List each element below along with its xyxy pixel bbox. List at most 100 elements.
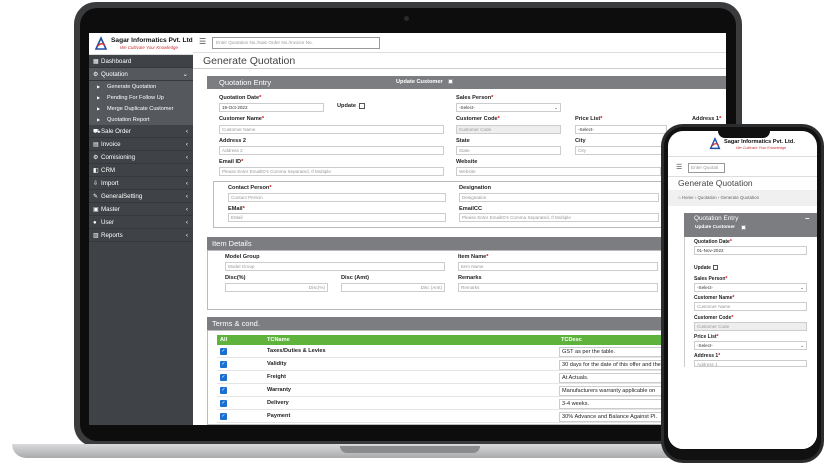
sales-person-select[interactable]: -Select- ⌄ xyxy=(456,103,561,112)
price-list-select[interactable]: -Select- ⌄ xyxy=(694,341,807,350)
quotation-date-input[interactable]: 01-Nov-2022 xyxy=(694,246,807,255)
state-input[interactable]: State xyxy=(456,146,561,155)
submenu-quotation-report[interactable]: ▶ Quotation Report xyxy=(89,114,193,125)
disc-pct-input[interactable]: Disc(%) xyxy=(225,283,328,292)
chevron-left-icon: ‹ xyxy=(185,128,188,135)
search-input[interactable]: Enter Quotati xyxy=(688,163,725,173)
breadcrumb: ⌂ Home › Quotation › Generate Quotation xyxy=(678,195,760,200)
update-checkbox[interactable] xyxy=(359,103,365,109)
brand-tagline: We Cultivate Your Knowledge xyxy=(120,45,178,50)
search-input[interactable]: Enter Quotation No./Sale Order No./Invoi… xyxy=(212,37,380,49)
row-checkbox[interactable]: ✓ xyxy=(220,413,227,420)
table-row: ✓ Taxes/Duties & Levies GST as per the tab… xyxy=(217,345,726,358)
hamburger-menu-icon[interactable]: ☰ xyxy=(676,163,682,171)
chevron-left-icon: ‹ xyxy=(185,141,188,148)
row-checkbox[interactable]: ✓ xyxy=(220,400,227,407)
website-input[interactable]: Website xyxy=(456,167,661,176)
table-row: ✓ Delivery 3-4 weeks. xyxy=(217,397,726,410)
breadcrumb-current: Generate Quotation xyxy=(720,195,760,200)
price-list-select[interactable]: -Select- xyxy=(575,125,667,134)
submenu-merge-duplicate-customer[interactable]: ▶ Merge Duplicate Customer xyxy=(89,103,193,114)
designation-label: Designation xyxy=(459,185,492,191)
model-group-input[interactable]: Model Group xyxy=(225,262,445,271)
address1-input[interactable]: Address 1 xyxy=(694,360,807,367)
sidebar-item-generalsetting[interactable]: ✎ GeneralSetting ‹ xyxy=(89,190,193,203)
address1-label: Address 1* xyxy=(692,116,722,122)
submenu-generate-quotation[interactable]: ▶ Generate Quotation xyxy=(89,81,193,92)
designation-input[interactable]: Designation xyxy=(459,193,659,202)
breadcrumb-quotation[interactable]: Quotation xyxy=(698,195,717,200)
caret-right-icon: ▶ xyxy=(97,106,101,111)
emailcc-input[interactable]: Please Enter EmailID's Comma Separated, … xyxy=(459,213,659,222)
customer-code-input[interactable]: Customer Code xyxy=(694,322,807,331)
sidebar-item-comisioning[interactable]: ⚙ Comisioning ‹ xyxy=(89,151,193,164)
hamburger-menu-icon[interactable]: ☰ xyxy=(199,37,206,46)
table-row: ✓ Payment 30% Advance and Balance Against … xyxy=(217,410,726,423)
laptop-notch xyxy=(340,446,480,453)
remarks-input[interactable]: Remarks xyxy=(458,283,658,292)
update-customer-checkbox[interactable] xyxy=(448,79,453,84)
sales-person-label: Sales Person* xyxy=(456,95,494,101)
item-name-input[interactable]: Item Name xyxy=(458,262,658,271)
brand-logo-icon xyxy=(94,36,108,50)
address2-input[interactable]: Address 2 xyxy=(219,146,444,155)
sidebar-item-dashboard[interactable]: ▦ Dashboard xyxy=(89,55,193,68)
table-row: ✓ Warranty Manufacturers warranty applicab… xyxy=(217,384,726,397)
quotation-date-input[interactable]: 19-Oct-2022 xyxy=(219,103,324,112)
update-checkbox[interactable] xyxy=(713,265,718,270)
city-input[interactable]: City xyxy=(575,146,667,155)
terms-table-header: All TCName TCDesc xyxy=(217,335,726,345)
customer-code-input[interactable]: Customer Code xyxy=(456,125,561,134)
sidebar-item-quotation[interactable]: ⚙ Quotation ⌄ xyxy=(89,68,193,81)
divider xyxy=(193,68,726,69)
update-label: Update xyxy=(694,265,711,271)
model-group-label: Model Group xyxy=(225,254,260,260)
customer-code-label: Customer Code* xyxy=(456,116,500,122)
address2-label: Address 2 xyxy=(219,138,247,144)
row-checkbox[interactable]: ✓ xyxy=(220,361,227,368)
sales-person-select[interactable]: -Select- ⌄ xyxy=(694,283,807,292)
sidebar-item-reports[interactable]: ▥ Reports ‹ xyxy=(89,229,193,242)
collapse-icon[interactable]: – xyxy=(805,214,809,223)
contact-person-label: Contact Person* xyxy=(228,185,272,191)
col-tcname: TCName xyxy=(267,337,290,343)
caret-right-icon: ▶ xyxy=(97,84,101,89)
sidebar-item-invoice[interactable]: ▤ Invoice ‹ xyxy=(89,138,193,151)
phone-blank-area xyxy=(668,367,817,449)
chevron-down-icon: ⌄ xyxy=(554,105,558,110)
caret-right-icon: ▶ xyxy=(97,117,101,122)
row-checkbox[interactable]: ✓ xyxy=(220,348,227,355)
chevron-left-icon: ‹ xyxy=(185,219,188,226)
price-list-label: Price List* xyxy=(694,334,719,340)
phone-screen: Sagar Informatics Pvt. Ltd. We Cultivate… xyxy=(668,131,817,449)
phone-notch xyxy=(718,129,770,138)
divider xyxy=(668,176,817,177)
chevron-down-icon: ⌄ xyxy=(800,285,804,290)
chevron-down-icon: ⌄ xyxy=(182,71,188,78)
phone-quotation-entry-title: Quotation Entry xyxy=(694,215,739,222)
sidebar: ▦ Dashboard ⚙ Quotation ⌄ ▶ Generate Quotati… xyxy=(89,55,193,425)
email-input[interactable]: EMail xyxy=(228,213,446,222)
breadcrumb-home[interactable]: Home xyxy=(682,195,694,200)
sidebar-item-import[interactable]: ⇩ Import ‹ xyxy=(89,177,193,190)
disc-amt-input[interactable]: Disc (Amt) xyxy=(341,283,445,292)
submenu-pending-follow-up[interactable]: ▶ Pending For Follow Up xyxy=(89,92,193,103)
chevron-down-icon: ⌄ xyxy=(800,343,804,348)
email-id-input[interactable]: Please Enter EmailID's Comma Separated, … xyxy=(219,167,444,176)
contact-person-input[interactable]: Contact Person xyxy=(228,193,446,202)
update-customer-checkbox[interactable] xyxy=(741,225,746,230)
sidebar-item-master[interactable]: ▣ Master ‹ xyxy=(89,203,193,216)
row-checkbox[interactable]: ✓ xyxy=(220,374,227,381)
sidebar-item-sale-order[interactable]: ⛟Sale Order ‹ xyxy=(89,125,193,138)
update-label: Update xyxy=(337,103,356,109)
customer-name-input[interactable]: Customer Name xyxy=(694,302,807,311)
sales-person-label: Sales Person* xyxy=(694,276,728,282)
row-checkbox[interactable]: ✓ xyxy=(220,387,227,394)
website-label: Website xyxy=(456,159,478,165)
sidebar-item-crm[interactable]: ◧ CRM ‹ xyxy=(89,164,193,177)
sidebar-item-user[interactable]: ● User ‹ xyxy=(89,216,193,229)
col-all[interactable]: All xyxy=(220,335,227,345)
customer-name-input[interactable]: Customer Name xyxy=(219,125,444,134)
quotation-entry-header: Quotation Entry xyxy=(207,76,726,89)
customer-name-label: Customer Name* xyxy=(219,116,265,122)
